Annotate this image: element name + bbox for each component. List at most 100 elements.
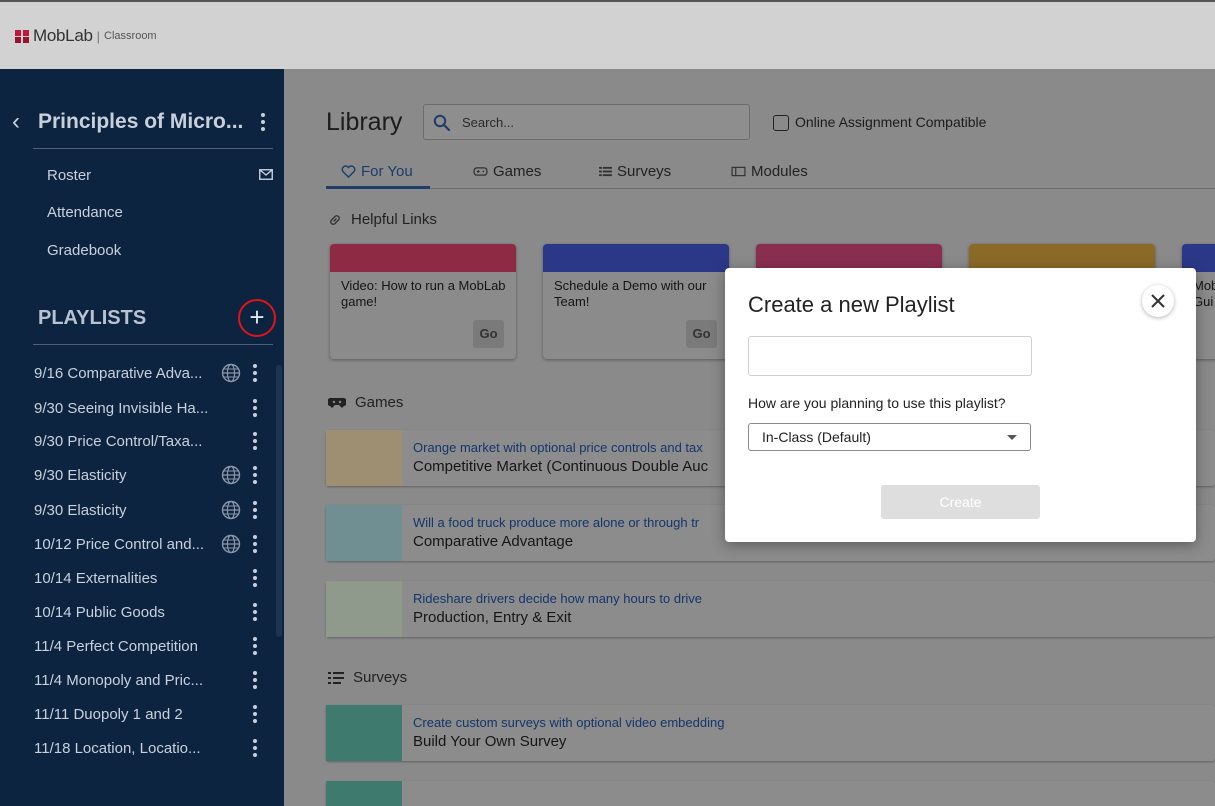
- playlist-label: 9/30 Seeing Invisible Ha...: [34, 399, 209, 417]
- game-title: Production, Entry & Exit: [413, 609, 572, 626]
- playlist-item[interactable]: 11/4 Perfect Competition: [34, 634, 278, 658]
- mail-icon[interactable]: [259, 169, 273, 180]
- course-menu-icon[interactable]: [258, 111, 268, 133]
- globe-icon: [221, 500, 241, 520]
- game-title: Competitive Market (Continuous Double Au…: [413, 458, 709, 475]
- globe-icon: [221, 363, 241, 383]
- playlist-menu-icon[interactable]: [250, 362, 260, 384]
- playlist-menu-icon[interactable]: [250, 737, 260, 759]
- go-button[interactable]: Go: [473, 320, 504, 348]
- sidebar-scrollbar[interactable]: [276, 365, 282, 637]
- app-header: MobLab | Classroom: [0, 2, 1215, 69]
- logo-name: MobLab: [33, 26, 93, 45]
- game-thumbnail: [326, 505, 402, 561]
- playlist-item[interactable]: 9/16 Comparative Adva...: [34, 361, 278, 385]
- tab-games[interactable]: Games: [473, 163, 541, 180]
- logo-divider: |: [96, 28, 101, 44]
- playlist-menu-icon[interactable]: [250, 567, 260, 589]
- playlist-label: 9/30 Elasticity: [34, 466, 127, 484]
- usage-question: How are you planning to use this playlis…: [748, 395, 1006, 411]
- close-icon: [1151, 294, 1165, 308]
- section-title: Games: [355, 394, 404, 411]
- usage-select[interactable]: In-Class (Default): [748, 423, 1031, 451]
- tab-label: Surveys: [617, 163, 672, 180]
- search-icon: [433, 114, 451, 132]
- playlist-menu-icon[interactable]: [250, 464, 260, 486]
- playlist-item[interactable]: 9/30 Elasticity: [34, 463, 278, 487]
- logo-subtitle: Classroom: [104, 30, 157, 42]
- playlist-menu-icon[interactable]: [250, 499, 260, 521]
- playlist-menu-icon[interactable]: [250, 601, 260, 623]
- search-box[interactable]: Search...: [423, 104, 750, 140]
- playlists-heading: PLAYLISTS: [38, 307, 147, 329]
- playlists-divider: [33, 344, 273, 345]
- tab-label: Modules: [751, 163, 808, 180]
- survey-title: Build Your Own Survey: [413, 733, 567, 750]
- card-banner: [330, 244, 516, 272]
- game-thumbnail: [326, 581, 402, 637]
- nav-item-gradebook[interactable]: Gradebook: [47, 242, 121, 259]
- playlist-label: 10/14 Externalities: [34, 569, 158, 587]
- section-title: Surveys: [353, 669, 408, 686]
- playlist-item[interactable]: 9/30 Seeing Invisible Ha...: [34, 396, 278, 420]
- helpful-links-heading: Helpful Links: [328, 211, 437, 228]
- helpful-link-card[interactable]: Video: How to run a MobLab game! Go: [330, 244, 516, 359]
- tabs-baseline: [326, 188, 1215, 189]
- go-button[interactable]: Go: [686, 320, 717, 348]
- surveys-heading: Surveys: [328, 669, 407, 686]
- plus-icon: +: [249, 302, 265, 332]
- game-row[interactable]: Rideshare drivers decide how many hours …: [326, 581, 1215, 637]
- playlist-item[interactable]: 9/30 Price Control/Taxa...: [34, 429, 278, 453]
- playlist-menu-icon[interactable]: [250, 397, 260, 419]
- link-icon: [330, 214, 340, 225]
- nav-item-attendance[interactable]: Attendance: [47, 204, 123, 221]
- create-button[interactable]: Create: [881, 485, 1040, 519]
- playlist-menu-icon[interactable]: [250, 635, 260, 657]
- caret-down-icon: [1007, 435, 1017, 440]
- tab-surveys[interactable]: Surveys: [599, 163, 671, 180]
- playlist-label: 9/30 Elasticity: [34, 501, 127, 519]
- helpful-link-card[interactable]: Schedule a Demo with our Team! Go: [543, 244, 729, 359]
- module-icon: [731, 166, 746, 177]
- playlist-item[interactable]: 10/14 Externalities: [34, 566, 278, 590]
- gamepad-icon: [328, 397, 346, 408]
- survey-row[interactable]: Create custom surveys with optional vide…: [326, 705, 1215, 761]
- sidebar: ‹ Principles of Micro... Roster Attendan…: [0, 69, 284, 806]
- gamepad-icon: [473, 167, 488, 176]
- moblab-logo[interactable]: MobLab | Classroom: [14, 26, 157, 46]
- playlist-label: 9/16 Comparative Adva...: [34, 364, 203, 382]
- playlist-item[interactable]: 9/30 Elasticity: [34, 498, 278, 522]
- course-divider: [33, 148, 273, 149]
- add-playlist-button[interactable]: +: [238, 299, 276, 337]
- playlist-menu-icon[interactable]: [250, 669, 260, 691]
- course-title[interactable]: Principles of Micro...: [38, 110, 244, 134]
- online-compatible-label[interactable]: Online Assignment Compatible: [795, 114, 986, 130]
- game-subtitle: Orange market with optional price contro…: [413, 440, 703, 455]
- playlist-label: 11/4 Monopoly and Pric...: [34, 671, 203, 689]
- usage-selected-value: In-Class (Default): [762, 429, 871, 445]
- survey-row[interactable]: [326, 781, 1215, 806]
- search-input[interactable]: Search...: [462, 115, 514, 130]
- playlist-item[interactable]: 10/12 Price Control and...: [34, 532, 278, 556]
- survey-thumbnail: [326, 781, 402, 806]
- playlist-item[interactable]: 11/4 Monopoly and Pric...: [34, 668, 278, 692]
- chevron-left-icon[interactable]: ‹: [12, 109, 38, 135]
- card-text: Mob Gui: [1193, 278, 1215, 309]
- playlist-item[interactable]: 11/18 Location, Locatio...: [34, 736, 278, 760]
- online-compatible-checkbox[interactable]: [773, 115, 789, 131]
- close-button[interactable]: [1142, 285, 1174, 317]
- playlist-label: 11/4 Perfect Competition: [34, 637, 198, 655]
- playlist-menu-icon[interactable]: [250, 703, 260, 725]
- playlist-name-input[interactable]: [748, 336, 1032, 376]
- tab-modules[interactable]: Modules: [731, 163, 808, 180]
- survey-subtitle: Create custom surveys with optional vide…: [413, 715, 725, 730]
- playlist-item[interactable]: 10/14 Public Goods: [34, 600, 278, 624]
- playlist-menu-icon[interactable]: [250, 533, 260, 555]
- playlist-label: 9/30 Price Control/Taxa...: [34, 432, 203, 450]
- playlist-menu-icon[interactable]: [250, 430, 260, 452]
- card-banner: [543, 244, 729, 272]
- game-title: Comparative Advantage: [413, 533, 574, 550]
- nav-item-roster[interactable]: Roster: [47, 167, 91, 184]
- tab-for-you[interactable]: For You: [341, 163, 413, 180]
- playlist-item[interactable]: 11/11 Duopoly 1 and 2: [34, 702, 278, 726]
